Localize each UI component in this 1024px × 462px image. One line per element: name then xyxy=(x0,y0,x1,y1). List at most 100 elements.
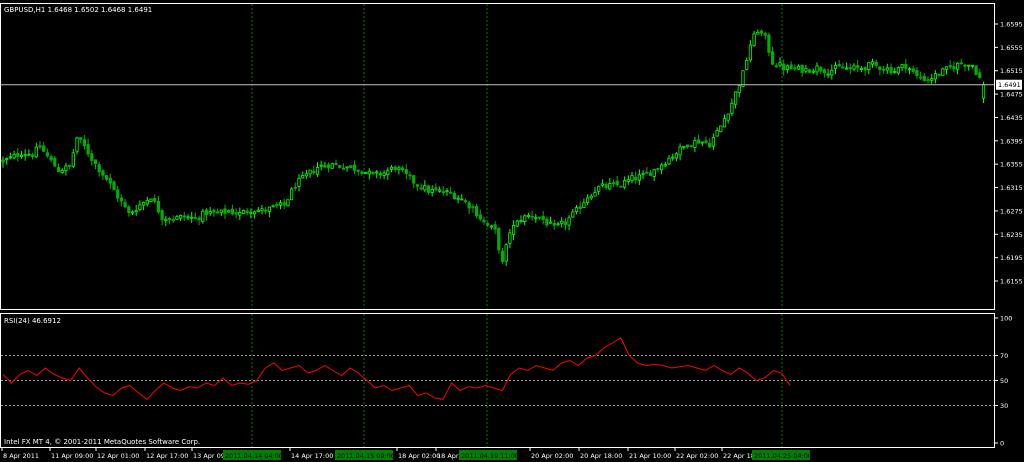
candle-body xyxy=(867,62,871,70)
candle-body xyxy=(682,146,686,148)
candle-body xyxy=(441,191,445,194)
candle-body xyxy=(534,217,538,220)
candle-body xyxy=(741,70,745,87)
candle-body xyxy=(426,185,431,193)
candle-body xyxy=(959,62,963,65)
candle-body xyxy=(663,164,667,167)
candle-body xyxy=(630,175,634,182)
candle-body xyxy=(53,157,57,167)
candle-body xyxy=(837,64,841,67)
candle-body xyxy=(30,154,35,158)
candle-body xyxy=(97,164,101,173)
candle-body xyxy=(252,211,257,215)
candle-body xyxy=(671,156,675,159)
chart-window[interactable]: 1.6595 1.6555 1.6515 1.6475 1.6435 1.6395 1.63… xyxy=(0,0,1024,462)
candle-body xyxy=(567,217,571,226)
candle-body xyxy=(700,141,704,144)
candle-body xyxy=(208,211,212,214)
candle-body xyxy=(271,205,275,208)
candle-body xyxy=(42,145,46,152)
price-pane[interactable] xyxy=(0,3,995,310)
candle-body xyxy=(16,152,20,157)
candle-body xyxy=(922,75,926,81)
candle-body xyxy=(371,171,375,175)
candle-body xyxy=(530,215,534,218)
price-tick-label: 1.6395 xyxy=(1000,137,1023,145)
candle-body xyxy=(759,30,764,34)
candle-body xyxy=(870,61,875,65)
candle-body xyxy=(1,159,5,163)
price-tick-label: 1.6275 xyxy=(1000,207,1023,215)
candle-body xyxy=(286,199,290,207)
candle-body xyxy=(186,216,190,219)
candle-body xyxy=(108,177,112,184)
candle-body xyxy=(160,210,164,220)
candle-body xyxy=(75,137,79,152)
candle-body xyxy=(164,218,168,221)
candle-body xyxy=(275,204,279,207)
candle-body xyxy=(93,159,98,165)
candle-body xyxy=(230,208,234,215)
candle-body xyxy=(771,51,775,65)
time-tick-label: 8 Apr 2011 xyxy=(3,452,39,460)
candle-body xyxy=(634,176,638,181)
candle-body xyxy=(471,206,475,209)
candle-body xyxy=(589,195,593,199)
rsi-tick-label: 0 xyxy=(1000,440,1004,448)
candle-body xyxy=(515,220,519,227)
candle-body xyxy=(896,67,901,74)
candle-body xyxy=(641,172,645,175)
candle-body xyxy=(882,68,886,71)
candle-body xyxy=(482,219,486,223)
candle-body xyxy=(956,62,960,70)
candle-body xyxy=(312,170,316,174)
candle-body xyxy=(970,64,975,67)
candle-body xyxy=(730,102,734,114)
candle-body xyxy=(356,169,360,172)
candle-body xyxy=(560,220,564,224)
candle-body xyxy=(981,84,986,99)
candle-body xyxy=(393,166,397,171)
candle-body xyxy=(23,154,27,157)
candle-body xyxy=(623,180,627,188)
candle-body xyxy=(434,187,438,191)
candle-body xyxy=(123,201,127,208)
candle-body xyxy=(345,166,349,169)
candle-body xyxy=(737,85,741,93)
candle-body xyxy=(474,206,479,217)
candle-body xyxy=(711,137,716,147)
price-tick-label: 1.6515 xyxy=(1000,67,1023,75)
candle-body xyxy=(27,153,31,156)
candle-body xyxy=(685,144,690,148)
candle-body xyxy=(604,183,608,188)
candle-body xyxy=(767,34,771,53)
candle-body xyxy=(833,65,838,70)
candle-body xyxy=(82,139,86,147)
candle-body xyxy=(500,250,505,262)
candle-body xyxy=(645,171,649,174)
candle-body xyxy=(745,60,749,70)
candle-body xyxy=(734,91,738,105)
candle-body xyxy=(145,199,149,205)
candle-body xyxy=(330,163,334,169)
candle-body xyxy=(86,144,90,155)
candle-body xyxy=(804,68,808,72)
candle-body xyxy=(45,152,50,157)
candle-body xyxy=(756,31,760,35)
candle-body xyxy=(419,187,423,190)
candle-body xyxy=(541,215,545,221)
candle-body xyxy=(90,153,94,161)
chart-canvas[interactable]: 1.6595 1.6555 1.6515 1.6475 1.6435 1.6395 1.63… xyxy=(0,0,1024,462)
candle-body xyxy=(852,65,856,70)
candle-body xyxy=(808,69,812,73)
candle-body xyxy=(341,167,346,170)
candle-body xyxy=(267,206,272,212)
candle-body xyxy=(71,152,75,167)
candle-body xyxy=(349,165,353,168)
candle-body xyxy=(637,174,642,181)
candle-body xyxy=(974,65,978,75)
candle-body xyxy=(893,70,897,73)
candle-body xyxy=(904,63,908,69)
candle-body xyxy=(504,244,508,262)
candle-body xyxy=(889,67,893,74)
